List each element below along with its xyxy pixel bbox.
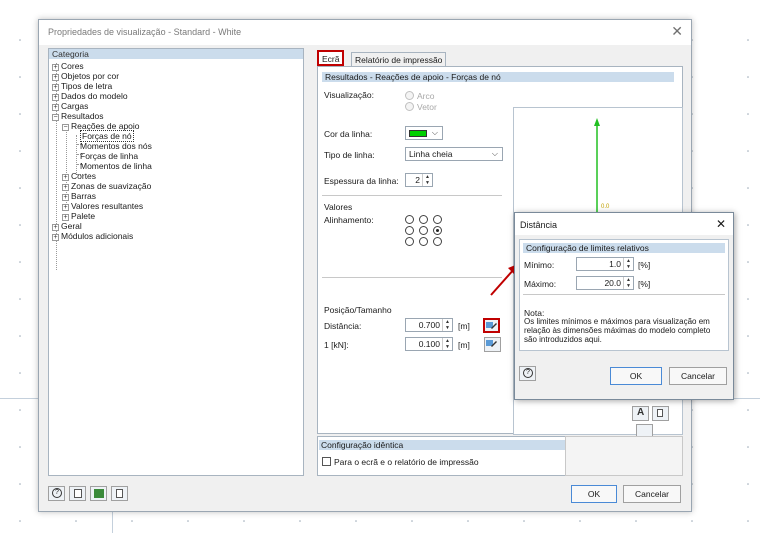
popup-help-button[interactable]: ? xyxy=(519,366,536,381)
note-text: Os limites mínimos e máximos para visual… xyxy=(524,317,711,344)
popup-title: Distância xyxy=(520,220,558,230)
spinner-arrows-icon[interactable]: ▲ ▼ xyxy=(623,258,633,270)
separator xyxy=(523,294,725,295)
limits-panel: Configuração de limites relativos Mínimo… xyxy=(519,239,729,351)
max-unit: [%] xyxy=(638,279,651,289)
distance-dialog: Distância ✕ Configuração de limites rela… xyxy=(514,212,734,400)
max-value: 20.0 xyxy=(604,278,621,288)
spinner-arrows-icon[interactable]: ▲ ▼ xyxy=(623,277,633,289)
min-spinner[interactable]: 1.0 ▲ ▼ xyxy=(576,257,634,271)
popup-ok-button[interactable]: OK xyxy=(610,367,662,385)
limits-section-title: Configuração de limites relativos xyxy=(523,243,725,253)
max-label: Máximo: xyxy=(524,279,557,289)
popup-cancel-button[interactable]: Cancelar xyxy=(669,367,727,385)
popup-title-bar: Distância ✕ xyxy=(515,213,733,235)
close-icon[interactable]: ✕ xyxy=(716,217,726,231)
help-icon: ? xyxy=(523,368,533,378)
tab-ecra[interactable]: Ecrã xyxy=(317,50,345,66)
min-unit: [%] xyxy=(638,260,651,270)
min-label: Mínimo: xyxy=(524,260,555,270)
min-value: 1.0 xyxy=(609,259,621,269)
tab-label: Ecrã xyxy=(322,54,340,64)
max-spinner[interactable]: 20.0 ▲ ▼ xyxy=(576,276,634,290)
